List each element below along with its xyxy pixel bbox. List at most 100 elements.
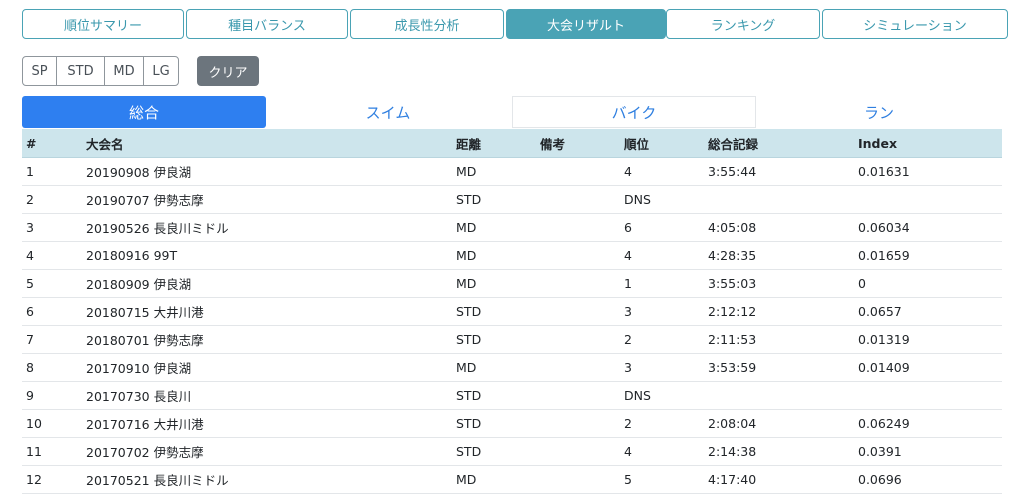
row-number: 2 <box>26 192 34 207</box>
race-name: 20180715 大井川港 <box>86 305 204 320</box>
filter-md-button[interactable]: MD <box>104 56 144 86</box>
position: 2 <box>624 332 632 347</box>
results-table: # 大会名 距離 備考 順位 総合記録 Index 1 20190908 伊良湖 M… <box>22 129 1002 494</box>
tab-growth-analysis[interactable]: 成長性分析 <box>350 9 504 39</box>
header-notes[interactable]: 備考 <box>540 129 565 157</box>
race-name: 20170521 長良川ミドル <box>86 473 229 488</box>
subtab-run[interactable]: ラン <box>756 96 1002 128</box>
position: DNS <box>624 192 651 207</box>
table-row: 9 20170730 長良川 STD DNS <box>22 382 1002 410</box>
race-name: 20190908 伊良湖 <box>86 165 192 180</box>
top-navigation: 順位サマリー 種目バランス 成長性分析 大会リザルト ランキング シミュレーショ… <box>22 9 1008 39</box>
subtab-swim[interactable]: スイム <box>266 96 510 128</box>
row-number: 5 <box>26 276 34 291</box>
distance: STD <box>456 388 482 403</box>
header-race-name[interactable]: 大会名 <box>86 129 124 157</box>
position: 3 <box>624 360 632 375</box>
total-time: 4:17:40 <box>708 472 757 487</box>
result-category-tabs: 総合 スイム バイク ラン <box>22 96 1002 128</box>
index-value: 0.06034 <box>858 220 910 235</box>
position: 1 <box>624 276 632 291</box>
race-name: 20170910 伊良湖 <box>86 361 192 376</box>
index-value: 0.01631 <box>858 164 910 179</box>
distance-button-group: SP STD MD LG <box>22 56 179 86</box>
index-value: 0.01409 <box>858 360 910 375</box>
row-number: 10 <box>26 416 42 431</box>
filter-lg-button[interactable]: LG <box>143 56 179 86</box>
position: 5 <box>624 472 632 487</box>
distance: MD <box>456 276 477 291</box>
position: 4 <box>624 248 632 263</box>
table-row: 4 20180916 99T MD 4 4:28:35 0.01659 <box>22 242 1002 270</box>
header-distance[interactable]: 距離 <box>456 129 481 157</box>
table-row: 6 20180715 大井川港 STD 3 2:12:12 0.0657 <box>22 298 1002 326</box>
race-name: 20180909 伊良湖 <box>86 277 192 292</box>
total-time: 3:55:44 <box>708 164 757 179</box>
table-row: 11 20170702 伊勢志摩 STD 4 2:14:38 0.0391 <box>22 438 1002 466</box>
distance: MD <box>456 164 477 179</box>
total-time: 4:28:35 <box>708 248 757 263</box>
race-name: 20180916 99T <box>86 248 178 263</box>
distance: STD <box>456 192 482 207</box>
clear-button[interactable]: クリア <box>197 56 259 86</box>
tab-simulation[interactable]: シミュレーション <box>822 9 1008 39</box>
total-time: 4:05:08 <box>708 220 757 235</box>
subtab-overall[interactable]: 総合 <box>22 96 266 128</box>
total-time: 2:12:12 <box>708 304 757 319</box>
table-row: 7 20180701 伊勢志摩 STD 2 2:11:53 0.01319 <box>22 326 1002 354</box>
distance: STD <box>456 444 482 459</box>
subtab-bike[interactable]: バイク <box>512 96 756 128</box>
row-number: 7 <box>26 332 34 347</box>
index-value: 0.0391 <box>858 444 902 459</box>
row-number: 11 <box>26 444 42 459</box>
header-position[interactable]: 順位 <box>624 129 649 157</box>
tab-race-results[interactable]: 大会リザルト <box>506 9 666 39</box>
total-time: 2:11:53 <box>708 332 757 347</box>
total-time: 2:14:38 <box>708 444 757 459</box>
header-total-time[interactable]: 総合記録 <box>708 129 758 157</box>
position: 4 <box>624 444 632 459</box>
distance: STD <box>456 304 482 319</box>
table-row: 8 20170910 伊良湖 MD 3 3:53:59 0.01409 <box>22 354 1002 382</box>
row-number: 12 <box>26 472 42 487</box>
header-number[interactable]: # <box>26 129 36 157</box>
index-value: 0.06249 <box>858 416 910 431</box>
distance: MD <box>456 248 477 263</box>
distance: MD <box>456 220 477 235</box>
header-index[interactable]: Index <box>858 129 897 157</box>
race-name: 20170716 大井川港 <box>86 417 204 432</box>
index-value: 0.0696 <box>858 472 902 487</box>
table-row: 2 20190707 伊勢志摩 STD DNS <box>22 186 1002 214</box>
distance: STD <box>456 416 482 431</box>
row-number: 4 <box>26 248 34 263</box>
row-number: 1 <box>26 164 34 179</box>
total-time: 2:08:04 <box>708 416 757 431</box>
index-value: 0.01659 <box>858 248 910 263</box>
race-name: 20190526 長良川ミドル <box>86 221 229 236</box>
position: DNS <box>624 388 651 403</box>
race-name: 20170730 長良川 <box>86 389 192 404</box>
index-value: 0.01319 <box>858 332 910 347</box>
filter-std-button[interactable]: STD <box>56 56 105 86</box>
row-number: 3 <box>26 220 34 235</box>
table-row: 10 20170716 大井川港 STD 2 2:08:04 0.06249 <box>22 410 1002 438</box>
table-row: 3 20190526 長良川ミドル MD 6 4:05:08 0.06034 <box>22 214 1002 242</box>
filter-sp-button[interactable]: SP <box>22 56 57 86</box>
tab-event-balance[interactable]: 種目バランス <box>186 9 348 39</box>
total-time: 3:53:59 <box>708 360 757 375</box>
distance: MD <box>456 472 477 487</box>
distance: STD <box>456 332 482 347</box>
table-body: 1 20190908 伊良湖 MD 4 3:55:44 0.01631 2 20190707 … <box>22 158 1002 494</box>
position: 2 <box>624 416 632 431</box>
table-row: 12 20170521 長良川ミドル MD 5 4:17:40 0.0696 <box>22 466 1002 494</box>
table-row: 1 20190908 伊良湖 MD 4 3:55:44 0.01631 <box>22 158 1002 186</box>
index-value: 0.0657 <box>858 304 902 319</box>
table-header-row: # 大会名 距離 備考 順位 総合記録 Index <box>22 129 1002 158</box>
tab-rank-summary[interactable]: 順位サマリー <box>22 9 184 39</box>
row-number: 6 <box>26 304 34 319</box>
tab-ranking[interactable]: ランキング <box>666 9 820 39</box>
distance: MD <box>456 360 477 375</box>
position: 6 <box>624 220 632 235</box>
distance-filter: SP STD MD LG クリア <box>22 56 259 86</box>
index-value: 0 <box>858 276 866 291</box>
